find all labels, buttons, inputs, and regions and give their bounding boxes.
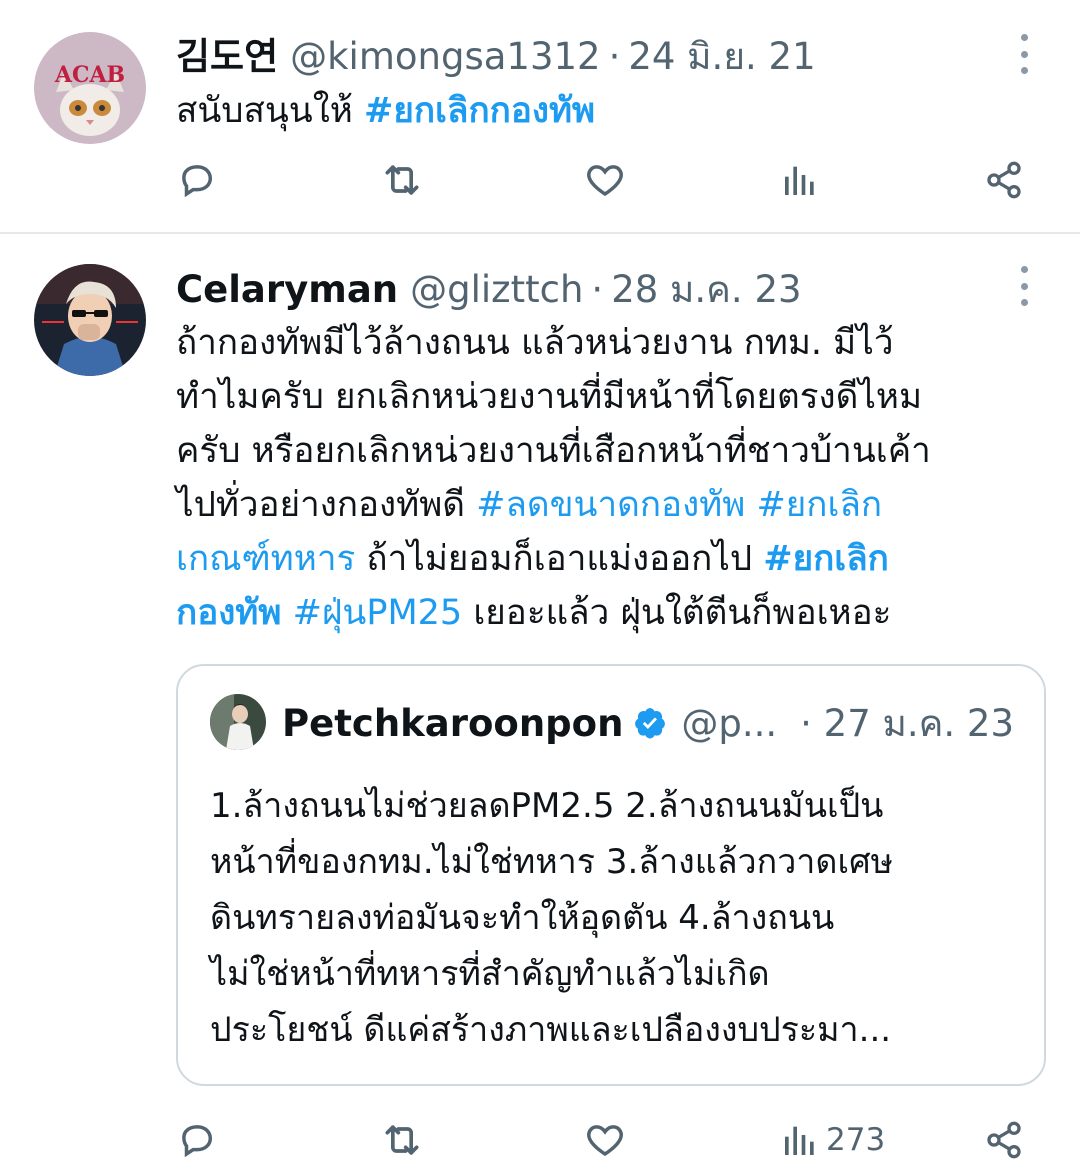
hashtag-link[interactable]: #ลดขนาดกองทัพ	[476, 485, 745, 525]
tweet-text-segment: ถ้าไม่ยอมก็เอาแม่งออกไป	[355, 539, 764, 579]
hashtag-link[interactable]: #ยกเลิกกองทัพ	[364, 91, 595, 131]
quoted-text-line: ไม่ใช่หน้าที่ทหารที่สำคัญทำแล้วไม่เกิด	[210, 954, 770, 994]
hashtag-link[interactable]: #ยกเลิก	[763, 539, 889, 579]
tweet-text-line: ทำไมครับ ยกเลิกหน่วยงานที่มีหน้าที่โดยตร…	[176, 377, 923, 417]
tweet-text-line: ถ้ากองทัพมีไว้ล้างถนน แล้วหน่วยงาน กทม. …	[176, 323, 894, 363]
retweet-icon	[385, 165, 419, 195]
like-icon	[587, 165, 623, 197]
quoted-header: Petchkaroonpon @p... · 27 ม.ค. 23	[282, 696, 1014, 750]
tweet-text-segment: เยอะแล้ว ฝุ่นใต้ตีนก็พอเหอะ	[462, 593, 892, 633]
user-handle[interactable]: @glizttch	[410, 268, 583, 311]
avatar[interactable]: ACAB	[34, 32, 146, 144]
separator: ·	[591, 268, 604, 311]
verified-badge-icon	[633, 706, 667, 740]
tweet-date[interactable]: 24 มิ.ย. 21	[628, 27, 815, 86]
share-icon	[987, 161, 1021, 199]
quoted-display-name[interactable]: Petchkaroonpon	[282, 702, 623, 745]
quoted-date[interactable]: · 27 ม.ค. 23	[800, 694, 1014, 753]
tweet-text-segment: ไปทั่วอย่างกองทัพดี	[176, 485, 477, 525]
share-button[interactable]	[984, 1110, 1024, 1170]
like-icon	[587, 1125, 623, 1157]
quoted-text-line: ประโยชน์ ดีแค่สร้างภาพและเปลืองงบประมา..…	[210, 1010, 892, 1050]
views-icon	[785, 1126, 814, 1155]
hashtag-link[interactable]: #ยกเลิก	[756, 485, 882, 525]
retweet-button[interactable]	[380, 150, 424, 210]
quoted-text-line: 1.ล้างถนนไม่ช่วยลดPM2.5 2.ล้างถนนมันเป็น	[210, 786, 884, 826]
avatar[interactable]	[34, 264, 146, 376]
hashtag-link[interactable]: เกณฑ์ทหาร	[176, 539, 355, 579]
tweet-text: สนับสนุนให้ #ยกเลิกกองทัพ	[176, 84, 1040, 138]
display-name[interactable]: 김도연	[176, 26, 278, 80]
reply-button[interactable]	[176, 150, 218, 210]
like-button[interactable]	[584, 150, 626, 210]
reply-icon	[182, 165, 213, 198]
hashtag-link[interactable]: #ฝุ่นPM25	[293, 593, 463, 633]
retweet-button[interactable]	[380, 1110, 424, 1170]
display-name[interactable]: Celaryman	[176, 268, 398, 311]
user-handle[interactable]: @kimongsa1312	[290, 35, 600, 78]
tweet[interactable]: ACAB 김도연 @kimongsa1312 · 24 มิ.ย. 21 สนั…	[0, 0, 1080, 234]
svg-text:ACAB: ACAB	[54, 62, 125, 88]
views-button[interactable]: 273	[780, 1110, 885, 1170]
quoted-avatar[interactable]	[210, 694, 266, 750]
separator: ·	[608, 35, 621, 78]
tweet-header: 김도연 @kimongsa1312 · 24 มิ.ย. 21	[176, 26, 1000, 78]
quoted-text-line: ดินทรายลงท่อมันจะทำให้อุดตัน 4.ล้างถนน	[210, 898, 835, 938]
more-options-icon[interactable]	[1018, 266, 1030, 306]
retweet-icon	[385, 1125, 419, 1155]
tweet-header: Celaryman @glizttch · 28 ม.ค. 23	[176, 260, 1000, 311]
share-button[interactable]	[984, 150, 1024, 210]
tweet-date[interactable]: 28 ม.ค. 23	[611, 260, 801, 319]
more-options-icon[interactable]	[1018, 34, 1030, 74]
reply-icon	[182, 1125, 213, 1158]
quoted-tweet[interactable]: Petchkaroonpon @p... · 27 ม.ค. 23 1.ล้าง…	[176, 664, 1046, 1086]
reply-button[interactable]	[176, 1110, 218, 1170]
views-button[interactable]	[780, 150, 826, 210]
hashtag-link[interactable]: กองทัพ	[176, 593, 281, 633]
quoted-text-line: หน้าที่ของกทม.ไม่ใช่ทหาร 3.ล้างแล้วกวาดเ…	[210, 842, 894, 882]
views-count: 273	[826, 1122, 886, 1158]
views-icon	[785, 166, 814, 195]
tweet-text-segment: สนับสนุนให้	[176, 91, 365, 131]
quoted-handle[interactable]: @p...	[681, 702, 777, 745]
tweet[interactable]: Celaryman @glizttch · 28 ม.ค. 23 ถ้ากองท…	[0, 236, 1080, 1171]
share-icon	[987, 1121, 1021, 1159]
action-bar: 273	[176, 1110, 1036, 1170]
quoted-text: 1.ล้างถนนไม่ช่วยลดPM2.5 2.ล้างถนนมันเป็น…	[210, 778, 1014, 1058]
tweet-text: ถ้ากองทัพมีไว้ล้างถนน แล้วหน่วยงาน กทม. …	[176, 316, 1040, 640]
tweet-text-line: ครับ หรือยกเลิกหน่วยงานที่เสือกหน้าที่ชา…	[176, 431, 931, 471]
action-bar	[176, 150, 1036, 210]
like-button[interactable]	[584, 1110, 626, 1170]
